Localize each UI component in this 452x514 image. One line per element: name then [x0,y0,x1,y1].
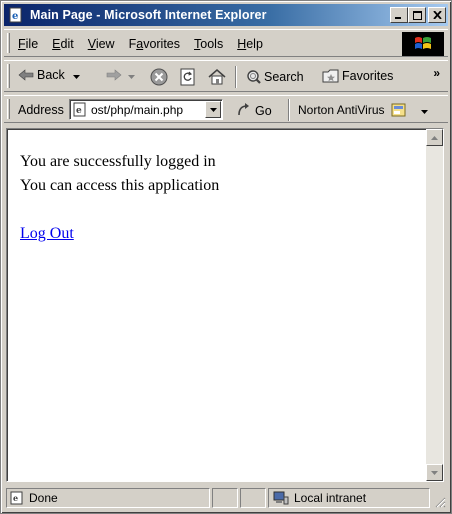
status-bar: e Done Local intranet [4,486,448,510]
forward-dropdown-icon[interactable] [128,68,135,82]
menu-edit[interactable]: Edit [52,37,74,51]
back-dropdown-icon[interactable] [72,68,80,82]
norton-shield-icon [391,102,407,118]
window-title: Main Page - Microsoft Internet Explorer [30,8,267,22]
vertical-scrollbar[interactable] [426,129,443,481]
window-controls [390,7,446,23]
page-body: You are successfully logged in You can a… [20,150,219,246]
address-input[interactable]: e ost/php/main.php [69,99,223,120]
menu-favorites[interactable]: Favorites [129,37,180,51]
menu-help[interactable]: Help [237,37,263,51]
norton-dropdown-icon[interactable] [420,103,428,117]
status-text: Done [29,491,58,505]
access-message: You can access this application [20,177,220,194]
search-button[interactable]: Search [244,68,304,86]
address-separator [288,99,290,121]
zone-text: Local intranet [294,491,367,505]
norton-antivirus-button[interactable]: Norton AntiVirus [298,102,428,118]
address-grip[interactable] [7,99,10,119]
toolbar-separator [235,66,237,88]
home-button[interactable] [208,68,226,85]
go-button[interactable]: Go [236,102,272,119]
minimize-button[interactable] [390,7,408,23]
page-content: You are successfully logged in You can a… [6,128,444,482]
forward-arrow-icon [106,68,122,82]
search-icon [244,68,262,86]
favorites-folder-icon [322,68,340,84]
address-label: Address [18,103,64,117]
title-bar[interactable]: e Main Page - Microsoft Internet Explore… [4,4,448,26]
back-arrow-icon [18,68,34,82]
stop-button[interactable] [150,68,168,86]
address-bar: Address e ost/php/main.php Go Norton Ant… [4,95,448,123]
ie-page-icon: e [7,6,25,24]
back-button[interactable]: Back [18,68,80,82]
status-panel-progress [212,488,238,508]
login-success-message: You are successfully logged in [20,153,216,170]
stop-icon [150,68,168,86]
back-label: Back [37,68,65,82]
svg-text:e: e [76,106,82,116]
standard-toolbar: Back Search Favorites » [4,60,448,92]
page-icon: e [73,102,87,117]
intranet-computer-icon [273,491,289,505]
address-value: ost/php/main.php [91,102,184,117]
favorites-label: Favorites [342,69,394,83]
menu-tools[interactable]: Tools [194,37,223,51]
status-panel-zone: Local intranet [268,488,430,508]
norton-label: Norton AntiVirus [298,103,385,117]
scroll-up-button[interactable] [426,129,443,146]
windows-logo-throbber [402,32,444,56]
go-arrow-icon [236,102,252,119]
refresh-icon [180,68,196,86]
menu-bar: File Edit View Favorites Tools Help [4,29,448,57]
done-page-icon: e [10,491,24,505]
resize-gripper[interactable] [434,496,446,508]
favorites-button[interactable]: Favorites [322,68,393,84]
menu-grip[interactable] [7,33,10,53]
svg-text:e: e [13,493,18,503]
refresh-button[interactable] [180,68,196,86]
toolbar-more-chevron[interactable]: » [433,66,440,80]
logout-link[interactable]: Log Out [20,222,74,246]
browser-window: e Main Page - Microsoft Internet Explore… [0,0,452,514]
scroll-down-button[interactable] [426,464,443,481]
forward-button[interactable] [106,68,135,82]
svg-text:e: e [12,11,18,22]
close-button[interactable] [428,7,446,23]
menu-view[interactable]: View [88,37,115,51]
go-label: Go [255,103,272,118]
status-panel-main: e Done [6,488,210,508]
search-label: Search [264,70,304,84]
status-panel-security [240,488,266,508]
address-dropdown-button[interactable] [205,101,221,118]
toolbar-grip[interactable] [7,64,10,88]
maximize-button[interactable] [408,7,426,23]
menu-file[interactable]: File [18,37,38,51]
home-icon [208,68,226,85]
